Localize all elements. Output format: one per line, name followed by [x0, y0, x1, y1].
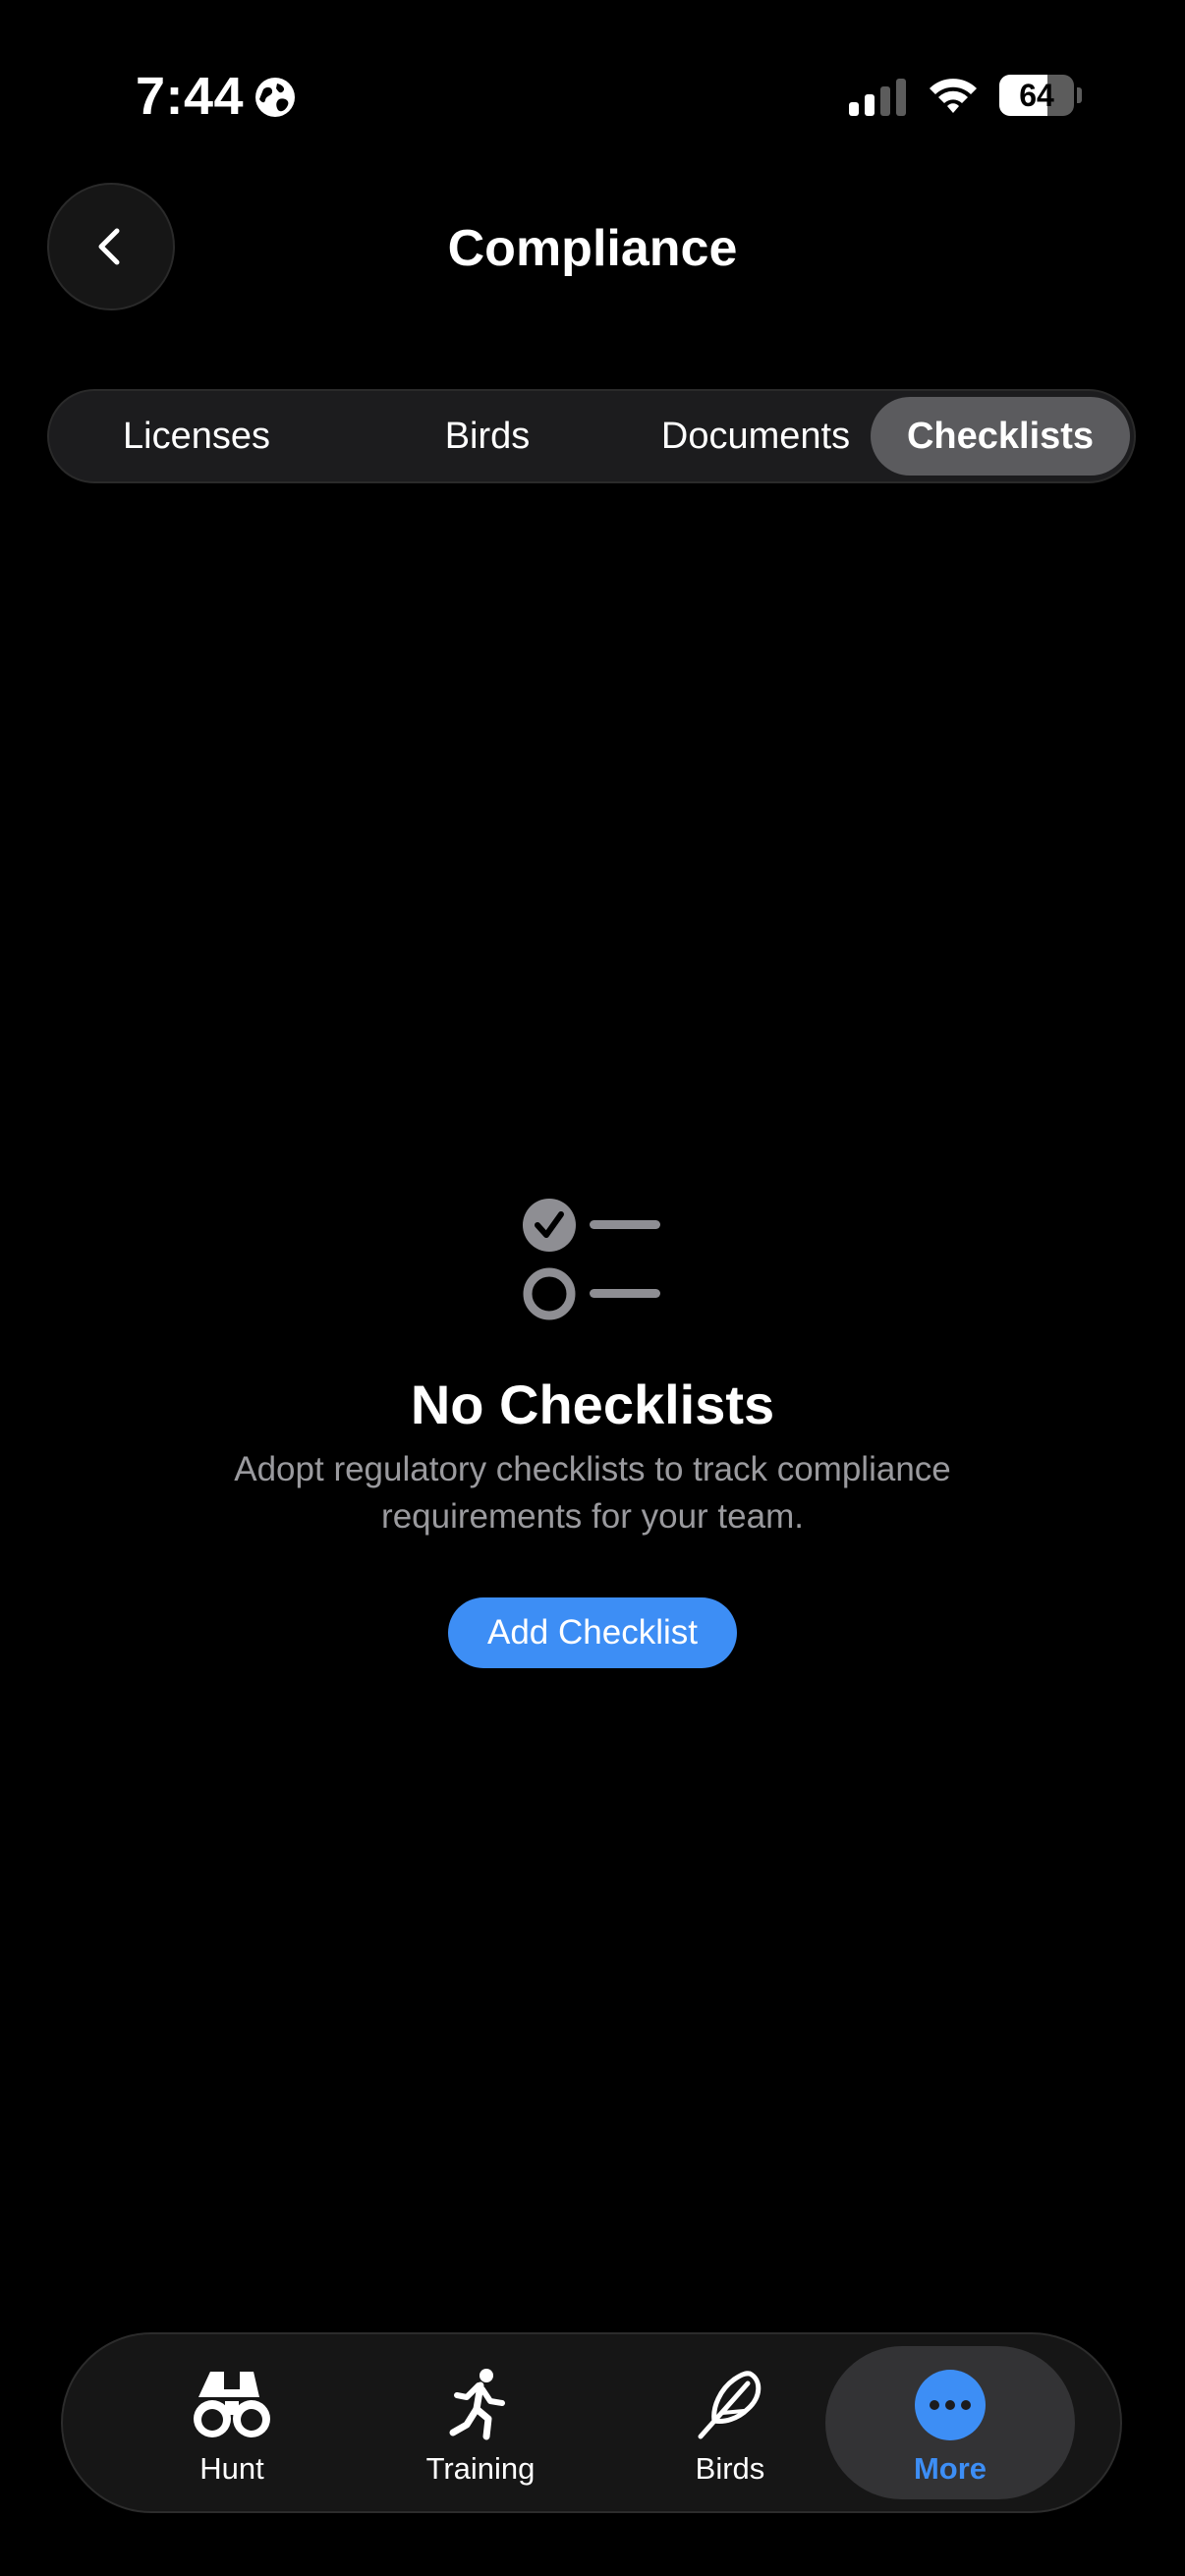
tabbar-label-hunt: Hunt [199, 2451, 264, 2486]
cellular-signal-icon [849, 79, 906, 116]
wifi-icon [930, 79, 977, 113]
tabbar-label-training: Training [425, 2451, 536, 2486]
battery-indicator: 64 [999, 75, 1082, 116]
tabbar-item-training[interactable]: Training [356, 2346, 605, 2499]
battery-level: 64 [1019, 78, 1054, 113]
empty-state-title: No Checklists [410, 1373, 775, 1435]
back-button[interactable] [47, 183, 175, 310]
bottom-tab-bar: Hunt Training Birds More [61, 2332, 1122, 2513]
tabbar-item-more[interactable]: More [825, 2346, 1075, 2499]
more-icon [915, 2370, 986, 2440]
tabbar-item-birds[interactable]: Birds [605, 2346, 855, 2499]
binoculars-icon [194, 2372, 270, 2437]
page-title: Compliance [447, 220, 738, 277]
tabbar-item-hunt[interactable]: Hunt [107, 2346, 357, 2499]
tabbar-label-birds: Birds [695, 2451, 765, 2486]
add-checklist-button[interactable]: Add Checklist [448, 1597, 737, 1668]
empty-state-description: Adopt regulatory checklists to track com… [234, 1450, 951, 1536]
tabbar-label-more: More [913, 2451, 988, 2486]
segmented-control: Licenses Birds Documents Checklists [47, 389, 1136, 483]
tab-checklists[interactable]: Checklists [871, 397, 1130, 476]
status-time: 7:44 [136, 67, 245, 126]
tab-documents[interactable]: Documents [625, 397, 886, 476]
tab-licenses[interactable]: Licenses [71, 397, 322, 476]
feather-icon [698, 2371, 762, 2439]
tab-birds[interactable]: Birds [362, 397, 613, 476]
chevron-left-icon [98, 228, 120, 265]
globe-icon [255, 78, 295, 117]
checklist-icon [523, 1199, 660, 1320]
running-figure-icon [449, 2369, 505, 2440]
